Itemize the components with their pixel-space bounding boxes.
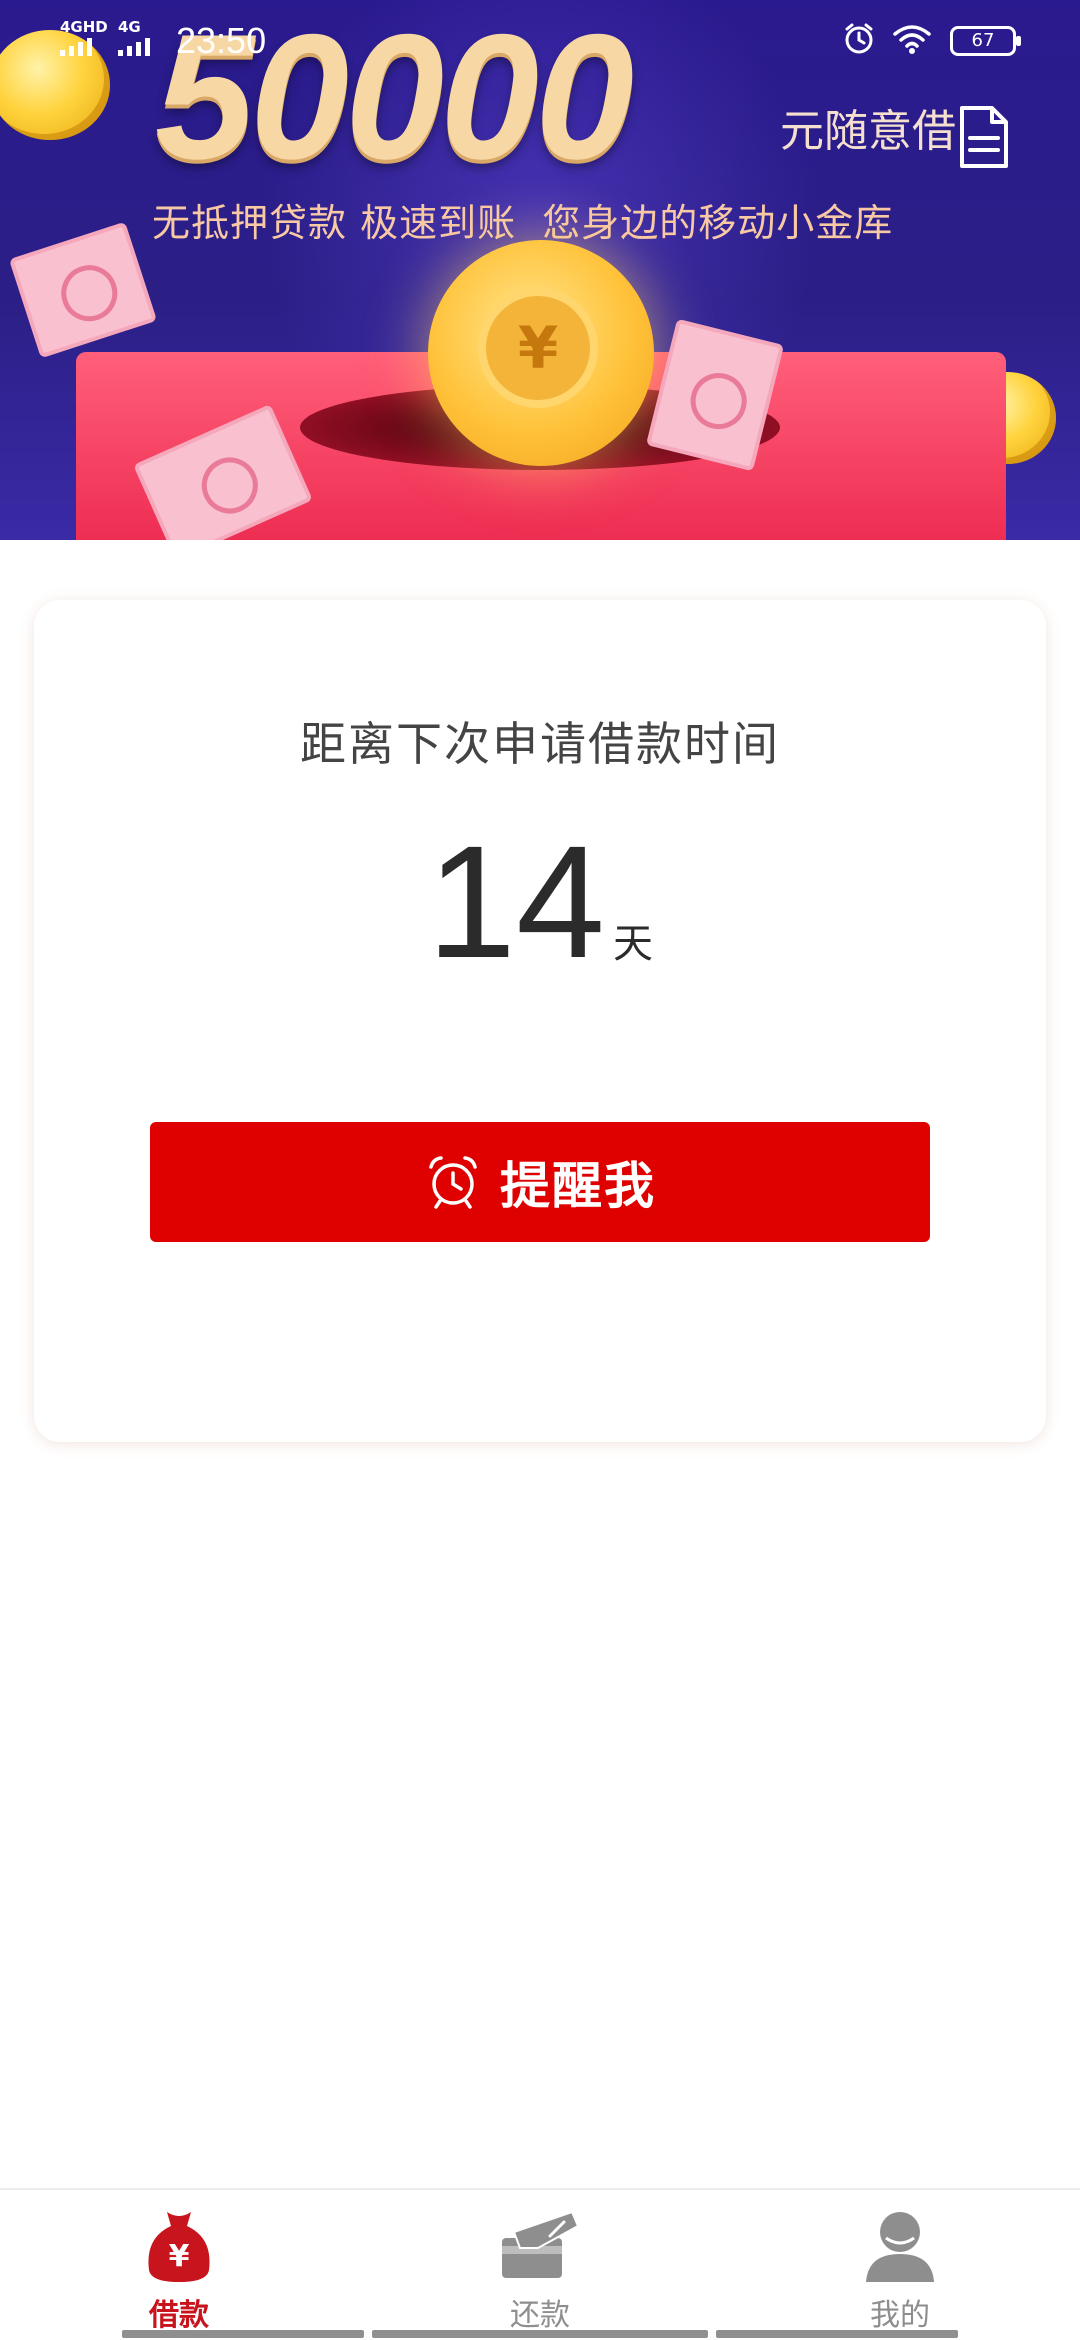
signal-strength-icon	[118, 36, 150, 56]
status-bar: 4GHD 4G 23:50 67	[0, 0, 1080, 80]
nav-item-repay[interactable]: 还款	[440, 2208, 640, 2333]
person-icon	[866, 2212, 934, 2282]
alarm-clock-icon	[429, 1156, 477, 1209]
nav-item-mine[interactable]: 我的	[800, 2208, 1000, 2333]
document-icon[interactable]	[958, 104, 1010, 170]
remind-me-button[interactable]: 提醒我	[150, 1122, 930, 1242]
network-type-label: 4GHD	[60, 18, 108, 36]
banner-amount-suffix: 元随意借	[780, 106, 956, 157]
signal-strength-icon	[60, 36, 92, 56]
days-remaining: 14	[427, 812, 605, 991]
alarm-clock-icon	[845, 23, 873, 54]
banner-slogan: 无抵押贷款 极速到账 您身边的移动小金库	[152, 201, 894, 245]
svg-text:¥: ¥	[169, 2239, 190, 2274]
banknote-icon	[8, 221, 158, 359]
card-pen-icon	[502, 2210, 580, 2278]
nav-label-loan: 借款	[149, 2298, 209, 2333]
remind-me-label: 提醒我	[500, 1156, 656, 1215]
wifi-icon	[893, 25, 931, 54]
next-application-label: 距离下次申请借款时间	[300, 717, 780, 771]
gesture-bar	[0, 2330, 1080, 2340]
days-unit: 天	[612, 921, 653, 967]
network-type-label: 4G	[118, 18, 141, 36]
nav-label-mine: 我的	[870, 2298, 930, 2333]
bottom-navigation: ¥ 借款 还款 我的	[0, 2188, 1080, 2340]
clock-time: 23:50	[176, 20, 267, 61]
money-bag-icon: ¥	[148, 2212, 210, 2282]
battery-level: 67	[971, 30, 995, 51]
loan-countdown-card: 距离下次申请借款时间 14 天 提醒我	[34, 600, 1046, 1442]
nav-item-loan[interactable]: ¥ 借款	[79, 2208, 279, 2333]
nav-label-repay: 还款	[510, 2298, 570, 2333]
yuan-coin-icon: ¥	[478, 288, 598, 408]
countdown-display: 14 天	[34, 822, 1046, 982]
battery-indicator: 67	[950, 26, 1021, 56]
promo-banner[interactable]: 50000 元随意借 无抵押贷款 极速到账 您身边的移动小金库 ¥	[0, 0, 1080, 540]
